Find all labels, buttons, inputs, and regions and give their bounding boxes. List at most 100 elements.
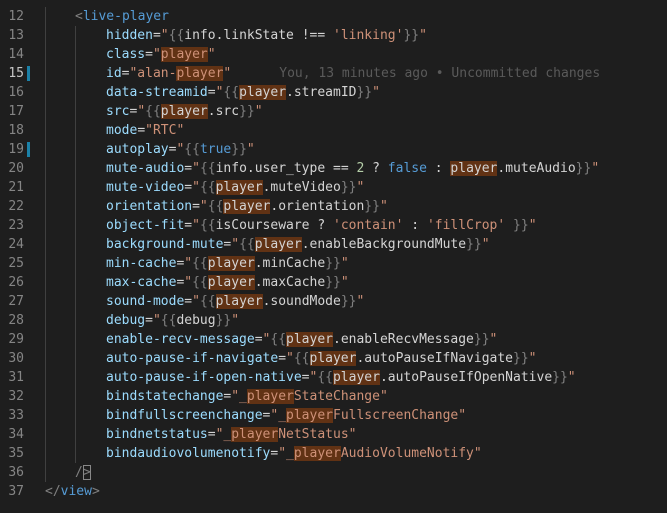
code-token: {{ bbox=[192, 275, 208, 290]
code-content[interactable]: /> bbox=[75, 463, 91, 482]
code-content[interactable]: data-streamid="{{player.streamID}}" bbox=[106, 83, 380, 102]
code-line[interactable]: 31 auto-pause-if-open-native= " {{player.au… bbox=[0, 368, 667, 387]
indent-guide bbox=[75, 425, 76, 444]
code-token: debug bbox=[176, 313, 216, 328]
code-content[interactable]: bindnetstatus="_playerNetStatus" bbox=[106, 425, 356, 444]
code-content[interactable]: enable-recv-message= " {{player.enableRecv… bbox=[106, 330, 497, 349]
code-token: .autoPauseIfOpenNative bbox=[379, 370, 553, 385]
code-content[interactable]: sound-mode="{{player.soundMode}}" bbox=[106, 292, 364, 311]
code-line[interactable]: 34 bindnetstatus="_playerNetStatus" bbox=[0, 425, 667, 444]
code-line[interactable]: 33 bindfullscreenchange="_playerFullscree… bbox=[0, 406, 667, 425]
indent-guide bbox=[75, 273, 76, 292]
indent-guide bbox=[45, 349, 46, 368]
code-line[interactable]: 32 bindstatechange="_playerStateChange" bbox=[0, 387, 667, 406]
code-line[interactable]: 28 debug="{{debug}}" bbox=[0, 311, 667, 330]
code-token: player bbox=[207, 256, 255, 271]
code-line[interactable]: 21 mute-video="{{player.muteVideo}}" bbox=[0, 178, 667, 197]
code-line[interactable]: 20 mute-audio="{{info.user_type == 2 ? fa… bbox=[0, 159, 667, 178]
code-line[interactable]: 30 auto-pause-if-navigate="{{player.autoP… bbox=[0, 349, 667, 368]
code-content[interactable]: bindfullscreenchange="_playerFullscreenC… bbox=[106, 406, 466, 425]
code-token: "_ bbox=[270, 408, 287, 423]
code-content[interactable]: src="{{player.src}}" bbox=[106, 102, 263, 121]
code-line[interactable]: 22 orientation="{{player.orientation}}" bbox=[0, 197, 667, 216]
code-line[interactable]: 27 sound-mode="{{player.soundMode}}" bbox=[0, 292, 667, 311]
code-token: " bbox=[567, 370, 576, 385]
code-token: {{ bbox=[199, 218, 216, 233]
code-token: object-fit bbox=[106, 218, 185, 233]
line-number: 22 bbox=[8, 199, 24, 214]
code-token: view bbox=[60, 484, 92, 499]
code-line[interactable]: 18 mode="RTC" bbox=[0, 121, 667, 140]
code-content[interactable]: mute-video="{{player.muteVideo}}" bbox=[106, 178, 364, 197]
code-line[interactable]: 23 object-fit="{{isCourseware ? 'contain'… bbox=[0, 216, 667, 235]
code-token: </ bbox=[45, 484, 61, 499]
code-line[interactable]: 19 autoplay="{{true}}" bbox=[0, 140, 667, 159]
code-line[interactable]: 12 <live-player bbox=[0, 7, 667, 26]
code-token: }} bbox=[473, 332, 490, 347]
line-number: 14 bbox=[8, 47, 24, 62]
code-line[interactable]: 25 min-cache="{{player.minCache}}" bbox=[0, 254, 667, 273]
code-token: " bbox=[223, 66, 232, 81]
code-content[interactable]: bindstatechange="_playerStateChange" bbox=[106, 387, 388, 406]
code-content[interactable]: min-cache="{{player.minCache}}" bbox=[106, 254, 349, 273]
code-token: }} bbox=[364, 199, 380, 214]
indent-guide bbox=[75, 197, 76, 216]
code-content[interactable]: mode="RTC" bbox=[106, 121, 184, 140]
code-token: {{ bbox=[199, 180, 216, 195]
code-token: " bbox=[199, 199, 208, 214]
code-content[interactable]: object-fit="{{isCourseware ? 'contain' :… bbox=[106, 216, 537, 235]
code-token: " bbox=[231, 313, 240, 328]
code-line[interactable]: 17 src="{{player.src}}" bbox=[0, 102, 667, 121]
line-number: 26 bbox=[8, 275, 24, 290]
indent-guide bbox=[45, 121, 46, 140]
code-content[interactable]: auto-pause-if-navigate="{{player.autoPau… bbox=[106, 349, 537, 368]
code-line[interactable]: 29 enable-recv-message= " {{player.enableRe… bbox=[0, 330, 667, 349]
code-content[interactable]: bindaudiovolumenotify="_playerAudioVolum… bbox=[106, 444, 482, 463]
code-token: " bbox=[152, 313, 161, 328]
indent-guide bbox=[45, 64, 46, 83]
code-content[interactable]: <live-player bbox=[75, 7, 169, 26]
code-token: }} bbox=[239, 104, 255, 119]
code-content[interactable]: debug="{{debug}}" bbox=[106, 311, 239, 330]
code-content[interactable]: auto-pause-if-open-native= " {{player.auto… bbox=[106, 368, 576, 387]
modified-gutter-indicator[interactable] bbox=[27, 66, 30, 81]
code-token: " bbox=[192, 180, 200, 195]
code-content[interactable]: background-mute="{{player.enableBackgrou… bbox=[106, 235, 490, 254]
code-line[interactable]: 15 id="alan-player" You, 13 minutes ago • … bbox=[0, 64, 667, 83]
code-content[interactable]: mute-audio="{{info.user_type == 2 ? fals… bbox=[106, 159, 599, 178]
code-editor[interactable]: 12 <live-player 13 hidden="{{info.linkState… bbox=[0, 0, 667, 513]
modified-gutter-indicator[interactable] bbox=[27, 142, 30, 157]
code-line[interactable]: 37 </view> bbox=[0, 482, 667, 501]
indent-guide bbox=[75, 254, 76, 273]
code-content[interactable]: autoplay="{{true}}" bbox=[106, 140, 255, 159]
indent-guide bbox=[75, 159, 76, 178]
code-token: "alan- bbox=[129, 66, 177, 81]
line-number: 20 bbox=[8, 161, 24, 176]
code-content[interactable]: max-cache="{{player.maxCache}}" bbox=[106, 273, 349, 292]
code-token: {{ bbox=[160, 313, 177, 328]
code-token: = bbox=[184, 218, 193, 233]
indent-guide bbox=[45, 368, 46, 387]
code-token: player bbox=[207, 275, 255, 290]
code-token: .enableBackgroundMute bbox=[301, 237, 467, 252]
code-token: = bbox=[152, 28, 161, 43]
code-content[interactable]: id="alan-player" You, 13 minutes ago • Un… bbox=[106, 64, 600, 83]
code-token: " bbox=[184, 256, 193, 271]
code-content[interactable]: orientation="{{player.orientation}}" bbox=[106, 197, 388, 216]
code-content[interactable]: hidden="{{info.linkState !== 'linking'}}… bbox=[106, 26, 427, 45]
code-content[interactable]: class="player" bbox=[106, 45, 216, 64]
code-line[interactable]: 35 bindaudiovolumenotify="_playerAudioVol… bbox=[0, 444, 667, 463]
line-number: 32 bbox=[8, 389, 24, 404]
code-line[interactable]: 13 hidden="{{info.linkState !== 'linking'… bbox=[0, 26, 667, 45]
line-number: 21 bbox=[8, 180, 24, 195]
code-line[interactable]: 26 max-cache="{{player.maxCache}}" bbox=[0, 273, 667, 292]
code-line[interactable]: 24 background-mute="{{player.enableBackgr… bbox=[0, 235, 667, 254]
code-token: " bbox=[340, 275, 349, 290]
code-line[interactable]: 14 class="player" bbox=[0, 45, 667, 64]
code-line[interactable]: 16 data-streamid="{{player.streamID}}" bbox=[0, 83, 667, 102]
code-content[interactable]: </view> bbox=[45, 482, 100, 501]
code-token: " bbox=[160, 28, 169, 43]
code-line[interactable]: 36 /> bbox=[0, 463, 667, 482]
code-token: = bbox=[278, 351, 287, 366]
indent-guide bbox=[45, 102, 46, 121]
